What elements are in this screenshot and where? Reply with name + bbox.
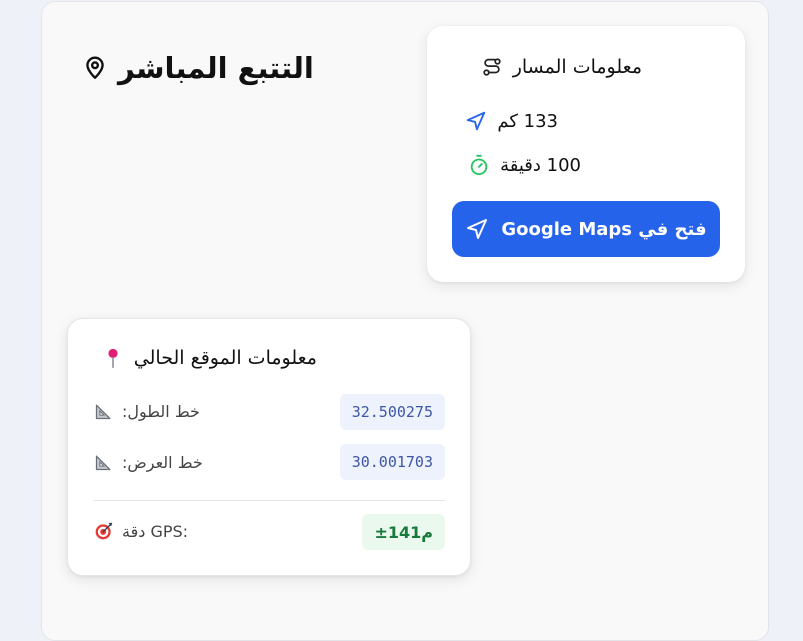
route-info-title: معلومات المسار	[512, 56, 642, 78]
page-title: التتبع المباشر	[118, 51, 314, 85]
timer-icon	[468, 154, 490, 176]
target-icon	[94, 521, 114, 541]
route-distance-row: 133 كم	[465, 110, 558, 132]
route-info-card: معلومات المسار 133 كم 100 دقيقة فتح في G…	[427, 26, 745, 282]
gps-accuracy-label: دقة GPS:	[122, 521, 189, 541]
page-header: التتبع المباشر	[82, 45, 322, 91]
latitude-label-row: :خط العرض	[94, 452, 203, 472]
location-info-header: معلومات الموقع الحالي	[102, 347, 317, 369]
current-location-card: معلومات الموقع الحالي :خط الطول 32.50027…	[67, 318, 471, 576]
route-duration-row: 100 دقيقة	[468, 154, 581, 176]
navigation-arrow-icon	[465, 217, 489, 241]
route-info-header: معلومات المسار	[481, 56, 642, 78]
latitude-value: 30.001703	[339, 444, 445, 480]
longitude-label: :خط الطول	[122, 401, 200, 421]
pushpin-icon	[102, 347, 124, 369]
longitude-label-row: :خط الطول	[94, 401, 200, 421]
latitude-label: :خط العرض	[122, 452, 203, 472]
gps-accuracy-label-row: دقة GPS:	[94, 521, 188, 541]
ruler-icon	[94, 401, 114, 421]
navigation-arrow-icon	[465, 110, 487, 132]
divider	[94, 500, 445, 501]
route-duration: 100 دقيقة	[500, 154, 581, 176]
gps-accuracy-badge: ±141م	[362, 514, 445, 550]
open-google-maps-button[interactable]: فتح في Google Maps	[452, 201, 720, 257]
map-pin-icon	[82, 55, 108, 81]
location-info-title: معلومات الموقع الحالي	[133, 347, 317, 369]
route-distance: 133 كم	[497, 110, 558, 132]
ruler-icon	[94, 452, 114, 472]
route-icon	[481, 56, 503, 78]
open-google-maps-label: فتح في Google Maps	[501, 218, 707, 240]
longitude-value: 32.500275	[339, 394, 445, 430]
